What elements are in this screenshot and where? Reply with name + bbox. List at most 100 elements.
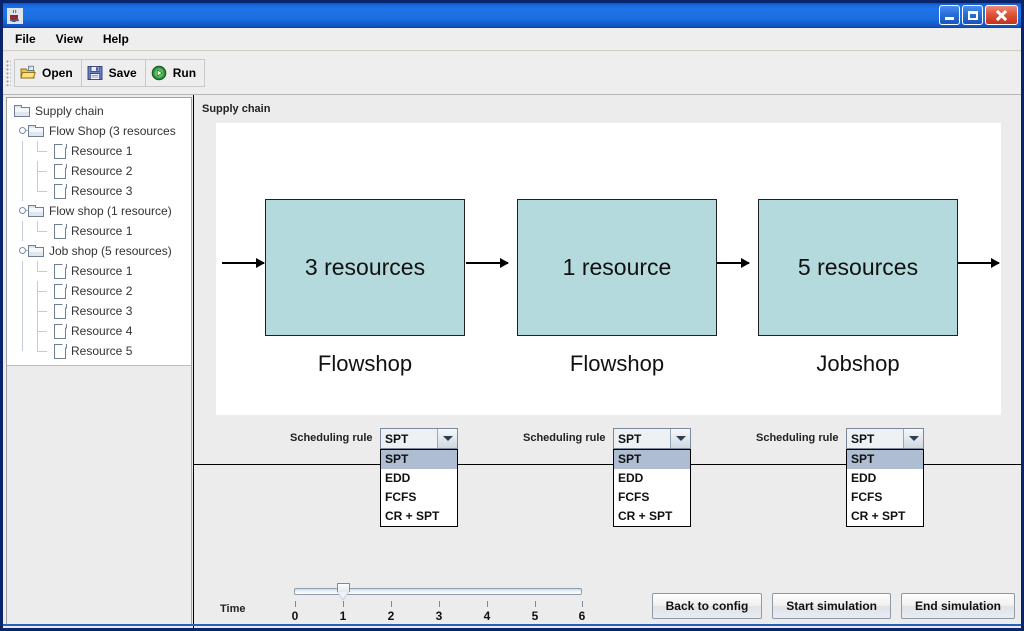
dropdown-option-fcfs[interactable]: FCFS bbox=[381, 488, 457, 507]
expander-icon[interactable] bbox=[19, 247, 32, 255]
tree-node-label: Flow shop (1 resource) bbox=[49, 204, 172, 218]
menu-view[interactable]: View bbox=[48, 29, 91, 49]
save-button[interactable]: Save bbox=[80, 59, 146, 87]
document-icon bbox=[54, 343, 67, 359]
scheduling-rule-label: Scheduling rule bbox=[523, 432, 606, 444]
expander-icon[interactable] bbox=[19, 127, 32, 135]
stage-box-1-label: 3 resources bbox=[304, 254, 426, 280]
tree-node-label: Resource 5 bbox=[71, 344, 133, 358]
slider-tick-label: 0 bbox=[291, 609, 299, 623]
run-button[interactable]: Run bbox=[144, 59, 206, 87]
tree-node-job-shop-5[interactable]: Job shop (5 resources) bbox=[7, 241, 191, 261]
close-button[interactable] bbox=[985, 5, 1018, 25]
scheduling-rule-select-3[interactable]: SPT bbox=[846, 428, 924, 449]
tree-node-supply-chain[interactable]: Supply chain bbox=[7, 101, 191, 121]
arrow-1-to-2 bbox=[466, 258, 509, 268]
title-bar bbox=[3, 3, 1021, 28]
scheduling-rule-dropdown-3[interactable]: SPT EDD FCFS CR + SPT bbox=[846, 449, 924, 527]
document-icon bbox=[54, 323, 67, 339]
tree-node-resource[interactable]: Resource 4 bbox=[7, 321, 191, 341]
toolbar: Open Save Run bbox=[3, 52, 1021, 95]
tree-node-resource[interactable]: Resource 2 bbox=[7, 161, 191, 181]
scheduling-rule-value: SPT bbox=[381, 429, 437, 448]
tree-node-label: Supply chain bbox=[35, 104, 104, 118]
dropdown-option-spt[interactable]: SPT bbox=[381, 450, 457, 469]
slider-tick bbox=[295, 601, 296, 607]
folder-icon bbox=[28, 124, 45, 138]
play-circle-icon bbox=[151, 65, 167, 81]
tree-node-label: Resource 2 bbox=[71, 284, 133, 298]
open-button-label: Open bbox=[42, 66, 73, 80]
chevron-down-icon[interactable] bbox=[903, 429, 923, 448]
end-simulation-button[interactable]: End simulation bbox=[900, 593, 1015, 619]
slider-tick-label: 1 bbox=[339, 609, 347, 623]
section-title: Supply chain bbox=[202, 103, 271, 115]
tree-node-label: Resource 1 bbox=[71, 264, 133, 278]
stage-caption-3: Jobshop bbox=[816, 351, 900, 376]
tree-node-resource[interactable]: Resource 1 bbox=[7, 221, 191, 241]
tree-node-label: Resource 1 bbox=[71, 224, 133, 238]
dropdown-option-fcfs[interactable]: FCFS bbox=[847, 488, 923, 507]
tree-node-label: Resource 3 bbox=[71, 304, 133, 318]
menu-bar: File View Help bbox=[3, 28, 1021, 51]
document-icon bbox=[54, 303, 67, 319]
dropdown-option-edd[interactable]: EDD bbox=[381, 469, 457, 488]
document-icon bbox=[54, 263, 67, 279]
floppy-disk-icon bbox=[87, 65, 103, 81]
supply-chain-diagram: 3 resources 1 resource 5 resources Flows… bbox=[216, 123, 1001, 415]
chevron-down-icon[interactable] bbox=[670, 429, 690, 448]
toolbar-grip[interactable] bbox=[6, 60, 11, 86]
dropdown-option-cr-spt[interactable]: CR + SPT bbox=[847, 507, 923, 526]
menu-file[interactable]: File bbox=[7, 29, 44, 49]
slider-tick bbox=[343, 601, 344, 607]
dropdown-option-edd[interactable]: EDD bbox=[614, 469, 690, 488]
dropdown-option-cr-spt[interactable]: CR + SPT bbox=[614, 507, 690, 526]
document-icon bbox=[54, 163, 67, 179]
maximize-button[interactable] bbox=[962, 5, 983, 25]
tree-node-resource[interactable]: Resource 1 bbox=[7, 141, 191, 161]
scheduling-rule-select-1[interactable]: SPT bbox=[380, 428, 458, 449]
dropdown-option-spt[interactable]: SPT bbox=[614, 450, 690, 469]
back-to-config-button[interactable]: Back to config bbox=[651, 593, 763, 619]
expander-icon[interactable] bbox=[19, 207, 32, 215]
coffee-cup-icon bbox=[7, 7, 23, 24]
tree-node-flow-shop-1[interactable]: Flow shop (1 resource) bbox=[7, 201, 191, 221]
folder-open-icon bbox=[20, 65, 36, 81]
stage-box-2[interactable]: 1 resource bbox=[517, 199, 717, 336]
window-controls bbox=[939, 5, 1018, 25]
main-panel: Supply chain 3 resources 1 resource 5 re… bbox=[193, 95, 1021, 628]
scheduling-rule-select-2[interactable]: SPT bbox=[613, 428, 691, 449]
tree-node-resource[interactable]: Resource 2 bbox=[7, 281, 191, 301]
tree-node-resource[interactable]: Resource 3 bbox=[7, 181, 191, 201]
slider-tick bbox=[535, 601, 536, 607]
tree-node-label: Resource 2 bbox=[71, 164, 133, 178]
document-icon bbox=[54, 143, 67, 159]
open-button[interactable]: Open bbox=[14, 59, 82, 87]
content-area: Supply chain Flow Shop (3 resources Reso… bbox=[3, 95, 1021, 628]
menu-help[interactable]: Help bbox=[95, 29, 137, 49]
scheduling-rule-label: Scheduling rule bbox=[290, 432, 373, 444]
minimize-button[interactable] bbox=[939, 5, 960, 25]
scheduling-rule-dropdown-2[interactable]: SPT EDD FCFS CR + SPT bbox=[613, 449, 691, 527]
tree-node-resource[interactable]: Resource 5 bbox=[7, 341, 191, 361]
tree-node-resource[interactable]: Resource 3 bbox=[7, 301, 191, 321]
scheduling-rule-dropdown-1[interactable]: SPT EDD FCFS CR + SPT bbox=[380, 449, 458, 527]
minimize-icon bbox=[945, 17, 954, 20]
time-slider-thumb[interactable] bbox=[337, 583, 350, 601]
chevron-down-icon[interactable] bbox=[437, 429, 457, 448]
run-button-label: Run bbox=[172, 66, 197, 80]
dropdown-option-fcfs[interactable]: FCFS bbox=[614, 488, 690, 507]
tree-view: Supply chain Flow Shop (3 resources Reso… bbox=[7, 98, 191, 366]
dropdown-option-cr-spt[interactable]: CR + SPT bbox=[381, 507, 457, 526]
slider-tick-label: 4 bbox=[483, 609, 491, 623]
stage-box-1[interactable]: 3 resources bbox=[265, 199, 465, 336]
dropdown-option-edd[interactable]: EDD bbox=[847, 469, 923, 488]
slider-tick-label: 3 bbox=[435, 609, 443, 623]
dropdown-option-spt[interactable]: SPT bbox=[847, 450, 923, 469]
tree-node-resource[interactable]: Resource 1 bbox=[7, 261, 191, 281]
tree-node-label: Resource 4 bbox=[71, 324, 133, 338]
tree-node-flow-shop-3[interactable]: Flow Shop (3 resources bbox=[7, 121, 191, 141]
save-button-label: Save bbox=[108, 66, 137, 80]
stage-box-3[interactable]: 5 resources bbox=[758, 199, 958, 336]
start-simulation-button[interactable]: Start simulation bbox=[772, 593, 891, 619]
